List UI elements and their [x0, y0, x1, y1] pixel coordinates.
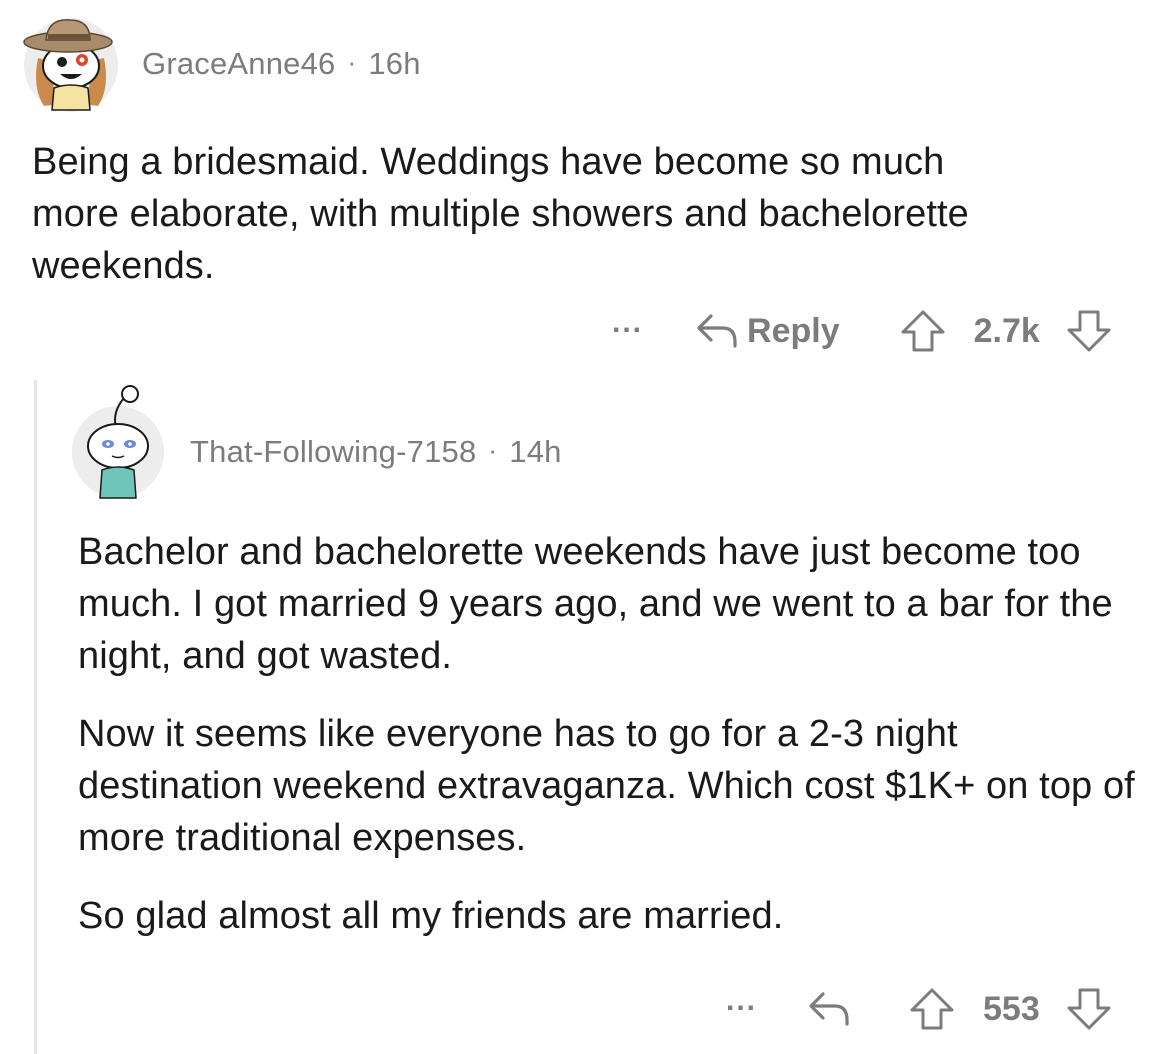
upvote-arrow-icon[interactable]	[909, 987, 955, 1031]
reply-label: Reply	[747, 311, 840, 350]
comment-meta: GraceAnne46 · 16h	[142, 46, 421, 82]
more-options-button[interactable]: ...	[612, 306, 643, 340]
meta-separator: ·	[347, 47, 357, 77]
vote-controls: 2.7k	[900, 309, 1112, 353]
user-avatar[interactable]	[23, 18, 118, 112]
meta-separator: ·	[488, 435, 498, 465]
reply-paragraph: Bachelor and bachelorette weekends have …	[78, 531, 1113, 677]
reply-button[interactable]: Reply	[695, 312, 840, 351]
reply-actions: ... 553	[726, 984, 1112, 1034]
username[interactable]: That-Following-7158	[190, 434, 476, 469]
comment-text-line: weekends.	[32, 245, 215, 287]
comment-text-line: more elaborate, with multiple showers an…	[32, 193, 969, 235]
reply-paragraph: Now it seems like everyone has to go for…	[78, 713, 1135, 859]
user-avatar[interactable]	[72, 385, 164, 499]
reply-arrow-icon	[697, 314, 737, 348]
timestamp: 16h	[368, 46, 421, 81]
username[interactable]: GraceAnne46	[142, 46, 336, 81]
vote-controls: 553	[909, 987, 1112, 1031]
upvote-arrow-icon[interactable]	[900, 309, 946, 353]
more-options-button[interactable]: ...	[726, 984, 757, 1018]
score-count: 553	[983, 989, 1040, 1028]
reply-arrow-icon	[809, 992, 849, 1026]
comment-body: Being a bridesmaid. Weddings have become…	[32, 136, 1152, 292]
comment-actions: ... Reply 2.7k	[612, 306, 1112, 356]
comment-text-line: Being a bridesmaid. Weddings have become…	[32, 141, 945, 183]
reply-button[interactable]	[807, 990, 859, 1028]
downvote-arrow-icon[interactable]	[1066, 987, 1112, 1031]
reply-paragraph: So glad almost all my friends are marrie…	[78, 895, 784, 937]
timestamp: 14h	[509, 434, 562, 469]
score-count: 2.7k	[973, 311, 1040, 350]
snoo-avatar-hat-icon	[23, 19, 113, 111]
thread-collapse-line[interactable]	[34, 380, 37, 1054]
reply-meta: That-Following-7158 · 14h	[190, 434, 562, 470]
snoo-avatar-icon	[87, 385, 149, 499]
downvote-arrow-icon[interactable]	[1066, 309, 1112, 353]
reply-body: Bachelor and bachelorette weekends have …	[78, 526, 1142, 942]
